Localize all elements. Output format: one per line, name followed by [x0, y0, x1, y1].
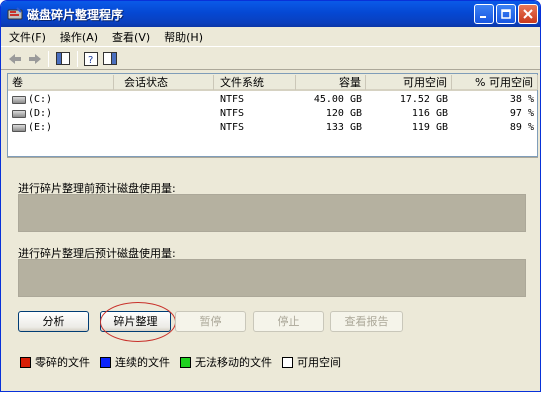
percent-free: 38 %: [509, 94, 534, 105]
maximize-button[interactable]: [496, 4, 516, 24]
menu-help[interactable]: 帮助(H): [164, 29, 203, 45]
file-system: NTFS: [220, 94, 245, 105]
file-system: NTFS: [220, 122, 245, 133]
drive-icon: [12, 110, 26, 118]
menu-file[interactable]: 文件(F): [9, 29, 46, 45]
legend-item-free: 可用空间: [282, 354, 341, 370]
unmovable-swatch: [180, 356, 191, 368]
toolbar-separator: [48, 51, 49, 67]
free-space: 17.52 GB: [399, 94, 448, 105]
stop-button[interactable]: 停止: [253, 311, 324, 332]
col-session-status[interactable]: 会话状态: [114, 75, 214, 90]
col-free-space[interactable]: 可用空间: [366, 75, 452, 90]
analysis-panel: 进行碎片整理前预计磁盘使用量: 进行碎片整理后预计磁盘使用量: 分析 碎片整理 …: [7, 157, 538, 389]
defrag-app-icon: [7, 6, 23, 22]
volume-name: (D:): [28, 108, 53, 119]
volume-name: (C:): [28, 94, 53, 105]
volume-name: (E:): [28, 122, 53, 133]
percent-free: 97 %: [509, 108, 534, 119]
drive-icon: [12, 124, 26, 132]
volume-list-header: 卷 会话状态 文件系统 容量 可用空间 % 可用空间: [8, 74, 538, 91]
capacity: 120 GB: [325, 108, 362, 119]
table-row[interactable]: (D:) NTFS 120 GB 116 GB 97 %: [8, 107, 537, 121]
table-row[interactable]: (E:) NTFS 133 GB 119 GB 89 %: [8, 121, 537, 135]
col-file-system[interactable]: 文件系统: [214, 75, 296, 90]
legend-item-unmovable: 无法移动的文件: [180, 354, 272, 370]
minimize-button[interactable]: [474, 4, 494, 24]
contiguous-swatch: [100, 356, 111, 368]
file-system: NTFS: [220, 108, 245, 119]
legend-label: 零碎的文件: [35, 356, 90, 369]
pause-button[interactable]: 暂停: [175, 311, 246, 332]
back-arrow-icon[interactable]: [7, 50, 23, 67]
legend-label: 连续的文件: [115, 356, 170, 369]
before-defrag-display: [18, 194, 526, 232]
after-defrag-display: [18, 259, 526, 297]
svg-text:?: ?: [88, 55, 93, 66]
defrag-window: 磁盘碎片整理程序 文件(F) 操作(A) 查看(V) 帮助(H) ? 卷 会话状…: [0, 0, 541, 392]
col-percent-free[interactable]: % 可用空间: [452, 75, 538, 90]
view-report-button[interactable]: 查看报告: [330, 311, 403, 332]
fragmented-swatch: [20, 356, 31, 368]
legend-item-fragmented: 零碎的文件: [20, 354, 90, 370]
free-space: 116 GB: [411, 108, 448, 119]
legend-item-contiguous: 连续的文件: [100, 354, 170, 370]
forward-arrow-icon[interactable]: [27, 50, 43, 67]
percent-free: 89 %: [509, 122, 534, 133]
legend-label: 无法移动的文件: [195, 356, 272, 369]
close-button[interactable]: [518, 4, 538, 24]
highlight-circle: [100, 302, 176, 342]
title-bar[interactable]: 磁盘碎片整理程序: [1, 1, 540, 27]
menu-view[interactable]: 查看(V): [112, 29, 150, 45]
legend-label: 可用空间: [297, 356, 341, 369]
window-title: 磁盘碎片整理程序: [27, 8, 124, 22]
capacity: 45.00 GB: [313, 94, 362, 105]
menu-bar: 文件(F) 操作(A) 查看(V) 帮助(H): [1, 27, 540, 46]
col-capacity[interactable]: 容量: [296, 75, 366, 90]
menu-action[interactable]: 操作(A): [60, 29, 98, 45]
table-row[interactable]: (C:) NTFS 45.00 GB 17.52 GB 38 %: [8, 93, 537, 107]
free-space: 119 GB: [411, 122, 448, 133]
toolbar-separator-2: [77, 51, 78, 67]
legend: 零碎的文件 连续的文件 无法移动的文件 可用空间: [20, 355, 351, 369]
volume-list[interactable]: 卷 会话状态 文件系统 容量 可用空间 % 可用空间 (C:) NTFS 45.…: [7, 73, 538, 157]
console-tree-icon[interactable]: [55, 50, 71, 67]
toolbar: ?: [1, 46, 540, 70]
drive-icon: [12, 96, 26, 104]
help-icon[interactable]: ?: [83, 50, 99, 67]
capacity: 133 GB: [325, 122, 362, 133]
analyze-button[interactable]: 分析: [18, 311, 89, 332]
free-space-swatch: [282, 356, 293, 368]
col-volume[interactable]: 卷: [8, 75, 114, 90]
properties-icon[interactable]: [102, 50, 118, 67]
